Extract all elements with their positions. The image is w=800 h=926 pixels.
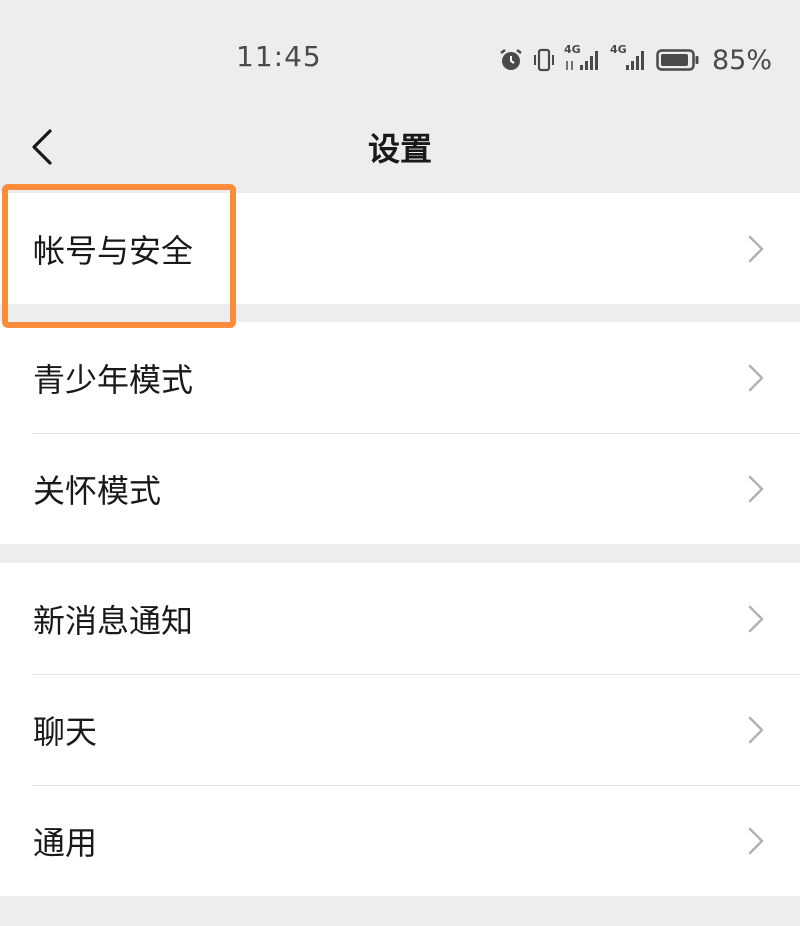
- settings-group-account: 帐号与安全: [0, 193, 800, 304]
- settings-item-notifications[interactable]: 新消息通知: [0, 563, 800, 674]
- settings-item-label: 关怀模式: [33, 471, 162, 510]
- network-label: 4G: [609, 43, 627, 56]
- status-time: 11:45: [236, 40, 322, 73]
- battery-icon: [656, 48, 700, 72]
- signal-4g-icon: 4G: [564, 43, 602, 73]
- settings-item-care-mode[interactable]: 关怀模式: [0, 433, 800, 544]
- chevron-right-icon: [748, 235, 764, 262]
- chevron-right-icon: [748, 716, 764, 743]
- settings-item-account-security[interactable]: 帐号与安全: [0, 193, 800, 304]
- chevron-right-icon: [748, 475, 764, 502]
- network-label: 4G: [563, 43, 581, 56]
- alarm-icon: [498, 47, 524, 73]
- chevron-right-icon: [748, 364, 764, 391]
- chevron-right-icon: [748, 827, 764, 854]
- nav-bar: 设置: [0, 104, 800, 188]
- vibrate-icon: [532, 47, 556, 73]
- status-icons: 4G 4G 85%: [498, 40, 772, 80]
- settings-group-general: 新消息通知 聊天 通用: [0, 563, 800, 896]
- battery-percent: 85%: [711, 44, 772, 76]
- settings-item-chat[interactable]: 聊天: [0, 674, 800, 785]
- chevron-right-icon: [748, 605, 764, 632]
- page-title: 设置: [367, 130, 432, 168]
- status-bar: 11:45 4G 4G 85%: [0, 0, 800, 118]
- settings-item-label: 通用: [33, 823, 98, 862]
- settings-group-modes: 青少年模式 关怀模式: [0, 322, 800, 544]
- settings-item-general[interactable]: 通用: [0, 785, 800, 896]
- settings-item-label: 帐号与安全: [33, 231, 194, 270]
- signal-4g-icon: 4G: [610, 43, 648, 73]
- settings-item-label: 聊天: [33, 712, 98, 751]
- settings-item-label: 青少年模式: [33, 360, 194, 399]
- settings-item-teen-mode[interactable]: 青少年模式: [0, 322, 800, 433]
- settings-item-label: 新消息通知: [33, 601, 194, 640]
